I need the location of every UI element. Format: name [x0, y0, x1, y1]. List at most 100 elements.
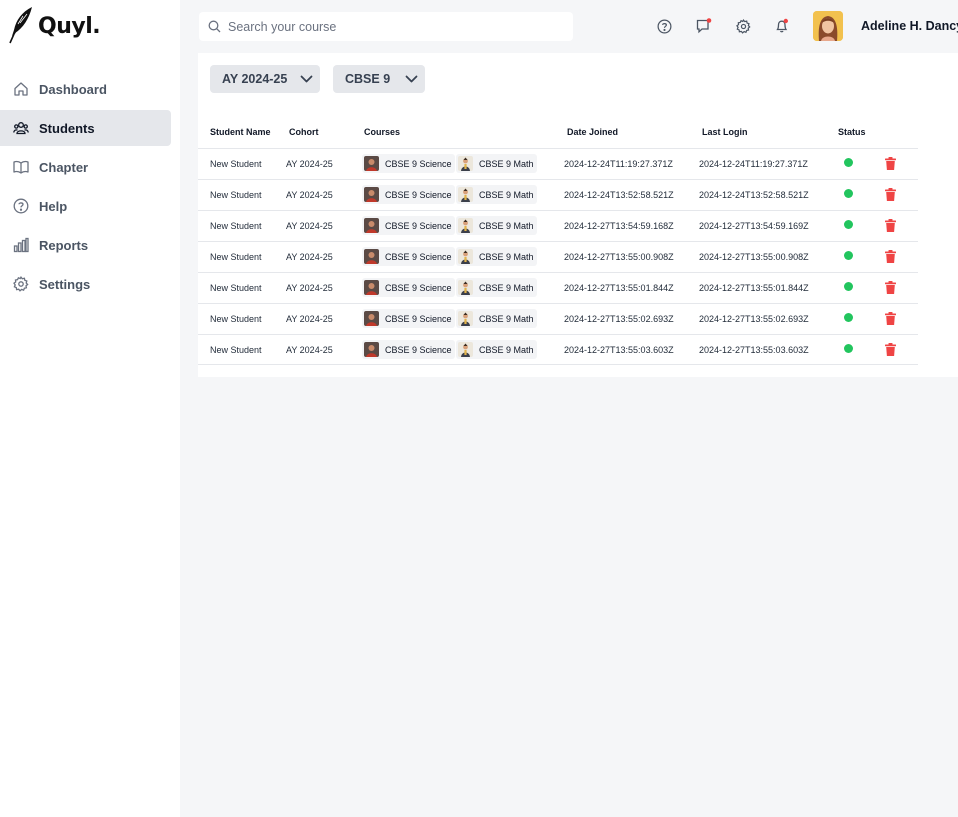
column-header-last-login[interactable]: Last Login: [702, 127, 748, 137]
date-joined: 2024-12-27T13:55:01.844Z: [564, 283, 674, 293]
status-indicator: [844, 251, 853, 260]
course-chip-science[interactable]: CBSE 9 Science: [362, 340, 455, 359]
book-icon: [13, 159, 29, 175]
course-chip-label: CBSE 9 Math: [479, 158, 534, 169]
course-thumbnail-science: [364, 249, 379, 264]
course-chip-math[interactable]: CBSE 9 Math: [456, 247, 537, 266]
last-login: 2024-12-27T13:55:01.844Z: [699, 283, 809, 293]
course-chip-science[interactable]: CBSE 9 Science: [362, 278, 455, 297]
sidebar-item-settings[interactable]: Settings: [0, 266, 171, 302]
date-joined: 2024-12-27T13:55:02.693Z: [564, 314, 674, 324]
sidebar-item-label: Students: [39, 120, 95, 136]
sidebar-item-reports[interactable]: Reports: [0, 227, 171, 263]
course-chip-math[interactable]: CBSE 9 Math: [456, 309, 537, 328]
delete-button[interactable]: [885, 219, 896, 232]
course-chip-math[interactable]: CBSE 9 Math: [456, 216, 537, 235]
search-input[interactable]: [228, 19, 558, 34]
course-thumbnail-science: [364, 311, 379, 326]
table-row[interactable]: New Student AY 2024-25 CBSE 9 Science CB…: [198, 179, 918, 210]
last-login: 2024-12-27T13:54:59.169Z: [699, 221, 809, 231]
course-chip-math[interactable]: CBSE 9 Math: [456, 154, 537, 173]
status-indicator: [844, 282, 853, 291]
notifications-button[interactable]: [774, 18, 790, 34]
sidebar-item-help[interactable]: Help: [0, 188, 171, 224]
chevron-down-icon: [405, 75, 418, 83]
sidebar-item-label: Dashboard: [39, 81, 107, 97]
column-header-date-joined[interactable]: Date Joined: [567, 127, 618, 137]
student-name: New Student: [210, 345, 262, 355]
students-panel: AY 2024-25 CBSE 9 Student Name Cohort Co…: [198, 53, 958, 377]
student-name: New Student: [210, 283, 262, 293]
search-bar[interactable]: [199, 12, 573, 41]
settings-button[interactable]: [735, 18, 751, 34]
table-row[interactable]: New Student AY 2024-25 CBSE 9 Science CB…: [198, 303, 918, 334]
delete-button[interactable]: [885, 250, 896, 263]
column-header-student-name[interactable]: Student Name: [210, 127, 271, 137]
course-chip-label: CBSE 9 Math: [479, 344, 534, 355]
year-filter-dropdown[interactable]: AY 2024-25: [210, 65, 320, 93]
student-name: New Student: [210, 190, 262, 200]
status-indicator: [844, 189, 853, 198]
course-thumbnail-math: [458, 249, 473, 264]
course-thumbnail-science: [364, 218, 379, 233]
student-name: New Student: [210, 252, 262, 262]
logo[interactable]: Quyl.: [8, 6, 101, 44]
column-header-status[interactable]: Status: [838, 127, 866, 137]
student-name: New Student: [210, 314, 262, 324]
home-icon: [13, 81, 29, 97]
course-chip-science[interactable]: CBSE 9 Science: [362, 216, 455, 235]
grade-filter-dropdown[interactable]: CBSE 9: [333, 65, 425, 93]
delete-button[interactable]: [885, 343, 896, 356]
table-row[interactable]: New Student AY 2024-25 CBSE 9 Science CB…: [198, 241, 918, 272]
course-chip-science[interactable]: CBSE 9 Science: [362, 247, 455, 266]
cohort: AY 2024-25: [286, 314, 333, 324]
date-joined: 2024-12-27T13:55:00.908Z: [564, 252, 674, 262]
course-chip-math[interactable]: CBSE 9 Math: [456, 185, 537, 204]
course-chip-label: CBSE 9 Math: [479, 251, 534, 262]
help-button[interactable]: [656, 18, 672, 34]
avatar[interactable]: [813, 11, 843, 41]
course-chip-math[interactable]: CBSE 9 Math: [456, 278, 537, 297]
help-circle-icon: [13, 198, 29, 214]
cohort: AY 2024-25: [286, 159, 333, 169]
sidebar-item-students[interactable]: Students: [0, 110, 171, 146]
last-login: 2024-12-27T13:55:02.693Z: [699, 314, 809, 324]
sidebar-item-dashboard[interactable]: Dashboard: [0, 71, 171, 107]
course-chip-label: CBSE 9 Math: [479, 313, 534, 324]
table-row[interactable]: New Student AY 2024-25 CBSE 9 Science CB…: [198, 272, 918, 303]
sidebar-item-label: Reports: [39, 237, 89, 253]
date-joined: 2024-12-27T13:54:59.168Z: [564, 221, 674, 231]
user-name[interactable]: Adeline H. Dancy: [861, 19, 958, 33]
course-chip-science[interactable]: CBSE 9 Science: [362, 154, 455, 173]
table-row[interactable]: New Student AY 2024-25 CBSE 9 Science CB…: [198, 148, 918, 179]
messages-button[interactable]: [696, 18, 712, 34]
delete-button[interactable]: [885, 157, 896, 170]
trash-icon: [885, 250, 896, 263]
trash-icon: [885, 157, 896, 170]
last-login: 2024-12-24T13:52:58.521Z: [699, 190, 809, 200]
course-thumbnail-math: [458, 218, 473, 233]
delete-button[interactable]: [885, 281, 896, 294]
date-joined: 2024-12-27T13:55:03.603Z: [564, 345, 674, 355]
last-login: 2024-12-24T11:19:27.371Z: [699, 159, 808, 169]
quill-logo-icon: [9, 7, 32, 44]
help-circle-icon: [657, 19, 672, 34]
table-row[interactable]: New Student AY 2024-25 CBSE 9 Science CB…: [198, 210, 918, 241]
column-header-courses[interactable]: Courses: [364, 127, 400, 137]
course-chip-science[interactable]: CBSE 9 Science: [362, 309, 455, 328]
delete-button[interactable]: [885, 312, 896, 325]
course-chip-label: CBSE 9 Science: [385, 282, 452, 293]
course-chip-science[interactable]: CBSE 9 Science: [362, 185, 455, 204]
cohort: AY 2024-25: [286, 252, 333, 262]
sidebar-item-chapter[interactable]: Chapter: [0, 149, 171, 185]
column-header-cohort[interactable]: Cohort: [289, 127, 319, 137]
course-chip-label: CBSE 9 Science: [385, 158, 452, 169]
year-filter-label: AY 2024-25: [222, 72, 288, 86]
sidebar-item-label: Chapter: [39, 159, 89, 175]
table-header: Student Name Cohort Courses Date Joined …: [198, 127, 918, 139]
delete-button[interactable]: [885, 188, 896, 201]
course-chip-math[interactable]: CBSE 9 Math: [456, 340, 537, 359]
course-chip-label: CBSE 9 Science: [385, 313, 452, 324]
date-joined: 2024-12-24T11:19:27.371Z: [564, 159, 673, 169]
table-row[interactable]: New Student AY 2024-25 CBSE 9 Science CB…: [198, 334, 918, 365]
